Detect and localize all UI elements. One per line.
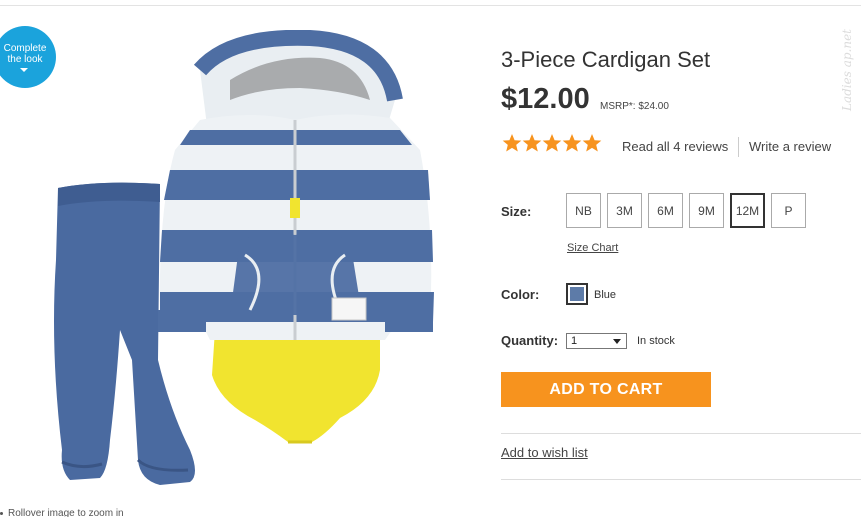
top-divider (0, 5, 861, 6)
product-image[interactable] (40, 30, 450, 500)
star-icon (562, 134, 582, 152)
divider (501, 433, 861, 434)
size-chart-link[interactable]: Size Chart (567, 242, 618, 254)
rating-stars (502, 133, 602, 153)
size-option-9m[interactable]: 9M (689, 193, 724, 228)
product-title: 3-Piece Cardigan Set (501, 47, 711, 72)
add-to-cart-button[interactable]: ADD TO CART (501, 372, 711, 407)
stock-status: In stock (637, 335, 675, 347)
watermark-text: Ladies ap.net (840, 28, 854, 112)
color-label: Color: (501, 287, 540, 302)
zoom-hint: Rollover image to zoom in (0, 508, 124, 517)
msrp-price: MSRP*: $24.00 (600, 101, 669, 112)
size-option-3m[interactable]: 3M (607, 193, 642, 228)
star-icon (582, 134, 602, 152)
size-option-p[interactable]: P (771, 193, 806, 228)
write-review-link[interactable]: Write a review (749, 139, 831, 154)
quantity-select[interactable]: 1 (566, 333, 627, 349)
size-option-nb[interactable]: NB (566, 193, 601, 228)
size-label: Size: (501, 204, 532, 219)
swatch-fill (570, 287, 584, 301)
watermark: Ladies ap.net (835, 10, 859, 130)
review-divider (738, 137, 739, 157)
divider (501, 479, 861, 480)
color-name: Blue (594, 289, 617, 301)
hoodie-illustration (158, 30, 434, 340)
size-option-12m[interactable]: 12M (730, 193, 765, 228)
size-options: NB 3M 6M 9M 12M P (566, 193, 806, 228)
caret-down-icon (20, 68, 28, 72)
add-to-wishlist-link[interactable]: Add to wish list (501, 445, 588, 460)
quantity-label: Quantity: (501, 333, 559, 348)
product-price: $12.00 (501, 83, 590, 115)
quantity-value: 1 (571, 335, 578, 347)
zoom-hint-text: Rollover image to zoom in (8, 508, 124, 517)
size-option-6m[interactable]: 6M (648, 193, 683, 228)
star-icon (502, 134, 522, 152)
star-icon (522, 134, 542, 152)
color-swatch-blue[interactable] (566, 283, 588, 305)
star-icon (542, 134, 562, 152)
dropdown-arrow-icon (613, 339, 621, 344)
bullet-icon (0, 511, 3, 515)
read-reviews-link[interactable]: Read all 4 reviews (622, 139, 728, 154)
